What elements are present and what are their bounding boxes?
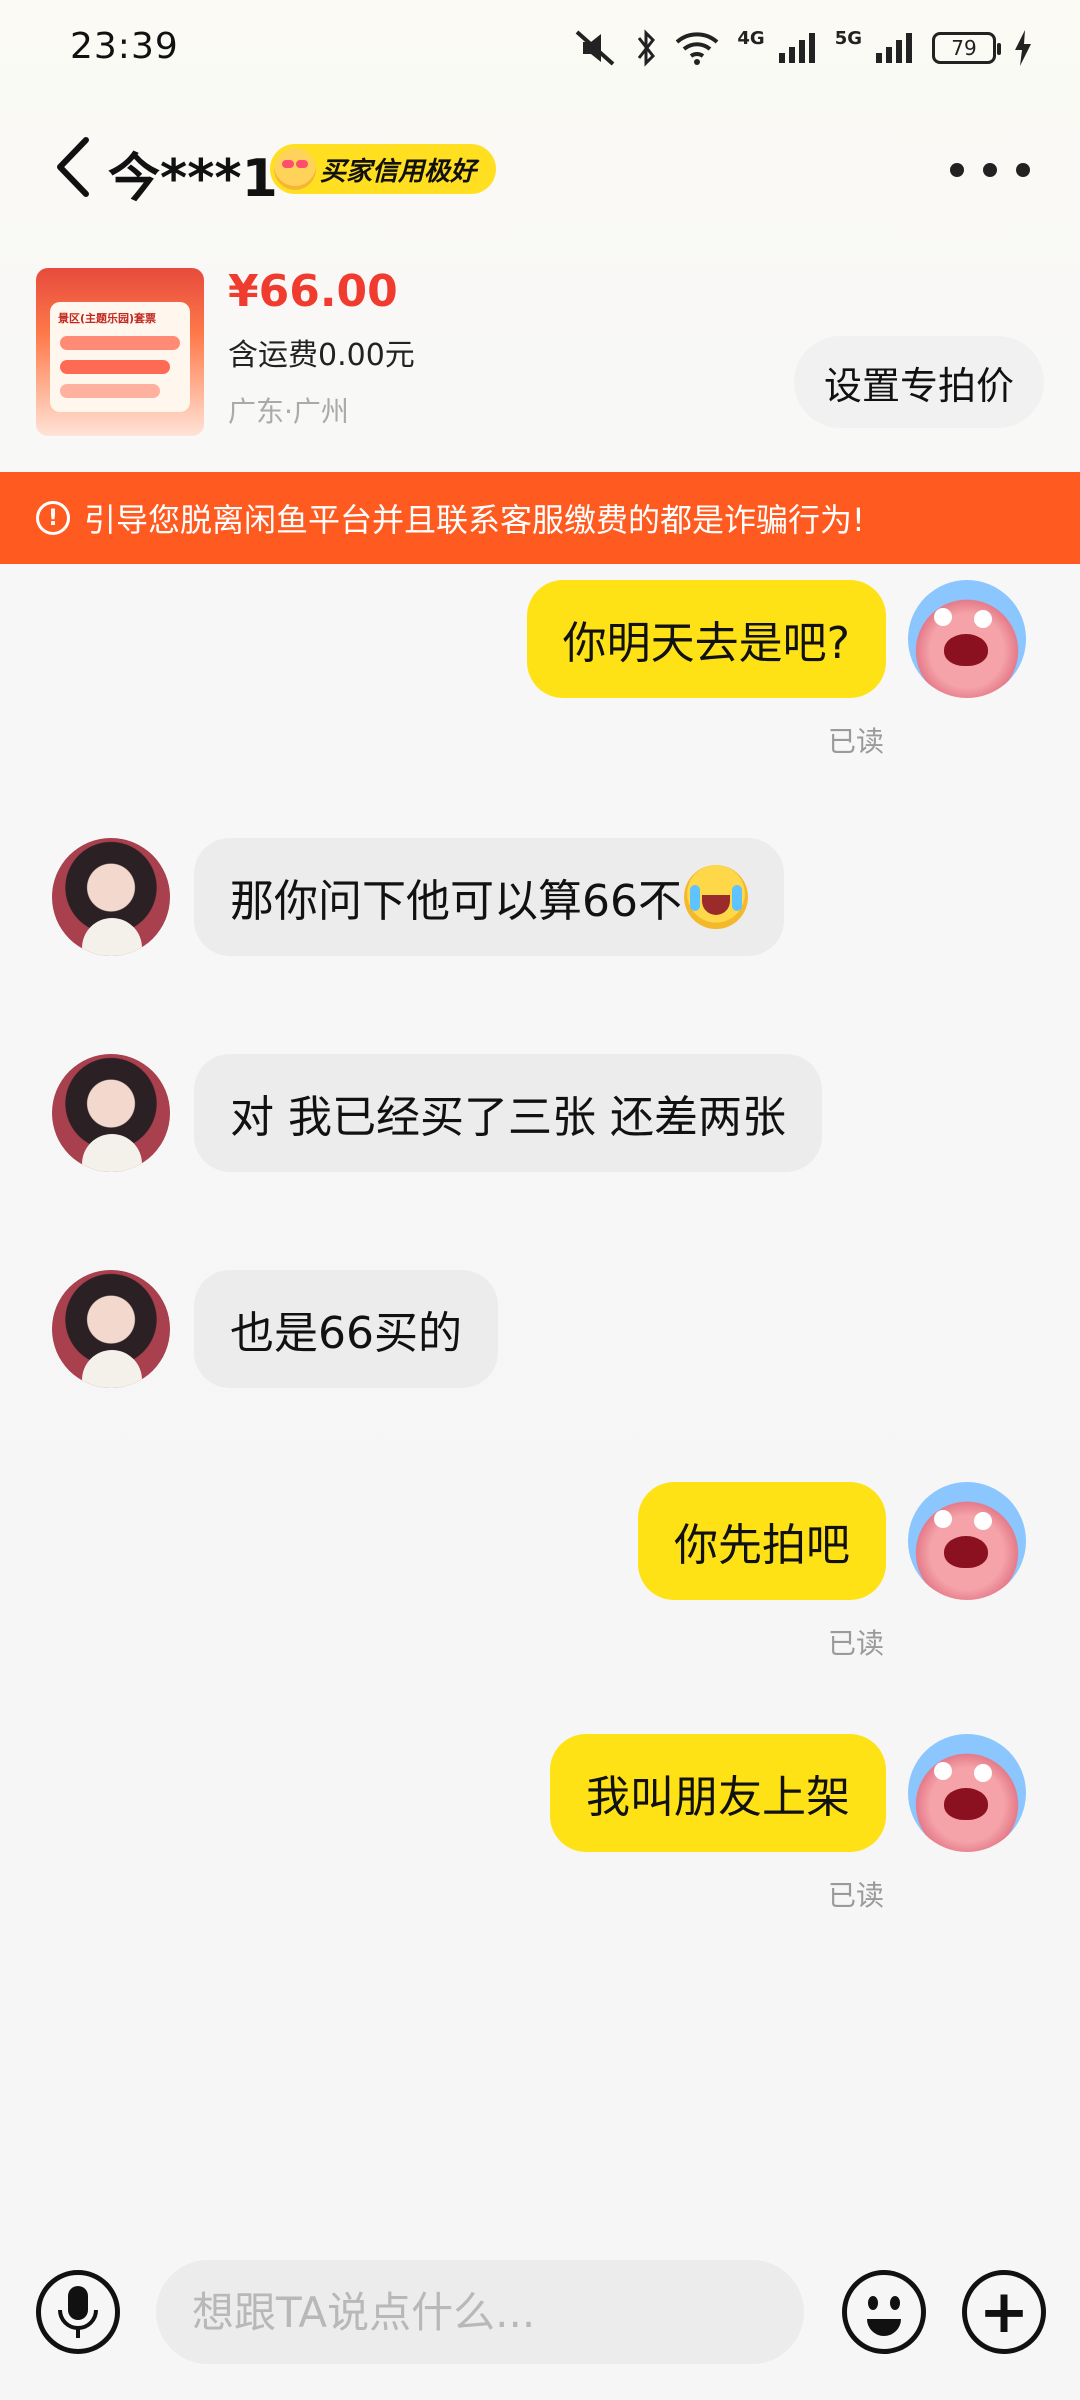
status-icons: 4G 5G 79	[573, 28, 1032, 68]
set-special-price-button[interactable]: 设置专拍价	[793, 336, 1044, 428]
status-bar: 23:39 4G 5G 79	[0, 0, 1080, 100]
network-label-1: 4G	[737, 27, 765, 49]
message-text: 那你问下他可以算66不	[230, 876, 682, 927]
more-dots-icon	[950, 163, 964, 177]
credit-badge-label: 买家信用极好	[320, 156, 477, 187]
read-status: 已读	[827, 1879, 884, 1912]
product-price: ¥66.00	[228, 266, 398, 317]
network-label-2: 5G	[834, 27, 862, 49]
warning-text: 引导您脱离闲鱼平台并且联系客服缴费的都是诈骗行为!	[84, 501, 865, 539]
message-input-bar: +	[0, 2240, 1080, 2380]
fraud-warning-banner: ! 引导您脱离闲鱼平台并且联系客服缴费的都是诈骗行为!	[0, 472, 1080, 564]
battery-icon: 79	[932, 32, 1001, 64]
crying-laughing-emoji-icon	[684, 865, 748, 929]
voice-input-button[interactable]	[36, 2270, 120, 2354]
product-thumbnail[interactable]: 景区(主题乐园)套票	[36, 268, 204, 436]
my-avatar[interactable]	[908, 1482, 1026, 1600]
contact-avatar[interactable]	[52, 1054, 170, 1172]
signal-icon-2	[874, 28, 914, 68]
message-bubble[interactable]: 对 我已经买了三张 还差两张	[194, 1054, 822, 1172]
heart-eyes-icon	[274, 148, 316, 190]
my-avatar[interactable]	[908, 580, 1026, 698]
message-bubble[interactable]: 你明天去是吧?	[526, 580, 886, 698]
microphone-icon	[58, 2286, 98, 2338]
read-status: 已读	[827, 725, 884, 758]
message-bubble[interactable]: 我叫朋友上架	[550, 1734, 886, 1852]
product-shipping: 含运费0.00元	[228, 338, 415, 373]
message-bubble[interactable]: 那你问下他可以算66不	[194, 838, 784, 956]
message-bubble[interactable]: 也是66买的	[194, 1270, 498, 1388]
charging-icon	[1014, 28, 1032, 68]
chevron-left-icon	[57, 137, 89, 197]
wifi-icon	[675, 28, 719, 68]
product-card[interactable]: 景区(主题乐园)套票 ¥66.00 含运费0.00元 广东·广州 设置专拍价	[0, 260, 1080, 470]
credit-badge[interactable]: 买家信用极好	[270, 144, 497, 194]
battery-level: 79	[951, 36, 977, 60]
mute-icon	[573, 28, 617, 68]
thumbnail-title: 景区(主题乐园)套票	[58, 312, 157, 325]
contact-name[interactable]: 今***1	[108, 136, 278, 211]
contact-avatar[interactable]	[52, 838, 170, 956]
message-input[interactable]	[156, 2260, 804, 2364]
signal-icon-1	[777, 28, 817, 68]
chat-header: 今***1 买家信用极好	[0, 110, 1080, 230]
contact-avatar[interactable]	[52, 1270, 170, 1388]
product-location: 广东·广州	[228, 395, 349, 428]
bluetooth-icon	[635, 28, 657, 68]
message-bubble[interactable]: 你先拍吧	[638, 1482, 886, 1600]
warning-circle-icon: !	[36, 501, 70, 535]
plus-icon[interactable]: +	[962, 2270, 1046, 2354]
smiley-icon	[867, 2296, 901, 2336]
back-button[interactable]	[46, 132, 106, 202]
my-avatar[interactable]	[908, 1734, 1026, 1852]
read-status: 已读	[827, 1627, 884, 1660]
status-time: 23:39	[70, 26, 179, 67]
more-button[interactable]	[950, 150, 1030, 190]
emoji-button[interactable]	[842, 2270, 926, 2354]
